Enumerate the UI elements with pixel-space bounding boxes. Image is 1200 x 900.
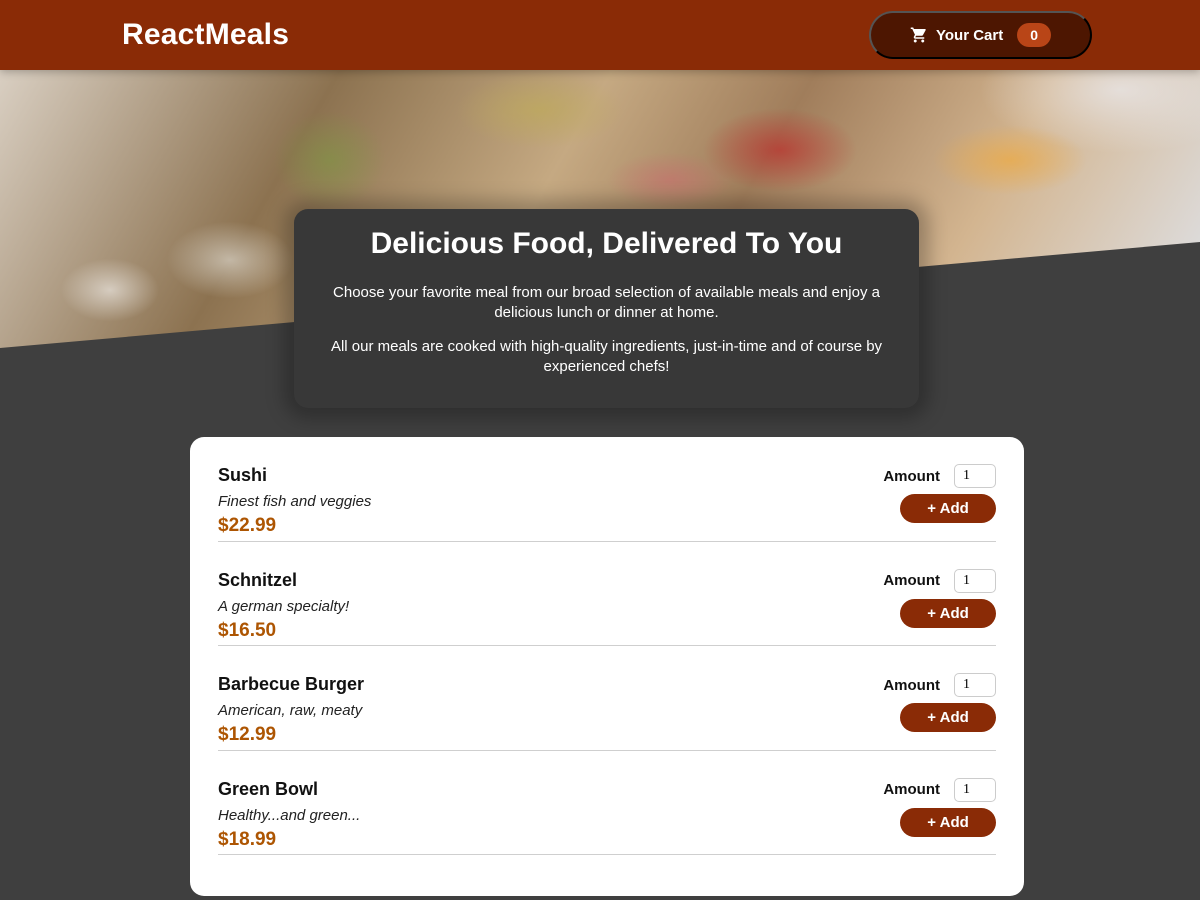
amount-input[interactable]	[954, 777, 996, 802]
cart-count-badge: 0	[1017, 23, 1052, 47]
add-to-cart-button[interactable]: + Add	[900, 494, 996, 523]
meal-description: Finest fish and veggies	[218, 493, 372, 510]
amount-label: Amount	[883, 781, 940, 798]
cart-label: Your Cart	[935, 26, 1004, 44]
add-to-cart-button[interactable]: + Add	[900, 703, 996, 732]
available-meals-list: Sushi Finest fish and veggies $22.99 Amo…	[190, 437, 1024, 896]
meals-summary: Delicious Food, Delivered To You Choose …	[294, 209, 919, 408]
app-header: ReactMeals Your Cart 0	[0, 0, 1200, 70]
add-to-cart-button[interactable]: + Add	[900, 598, 996, 628]
amount-row: Amount	[883, 568, 996, 593]
meal-description: American, raw, meaty	[218, 702, 363, 719]
meal-name: Green Bowl	[218, 778, 319, 799]
amount-input[interactable]	[954, 673, 996, 697]
meal-item: Schnitzel A german specialty! $16.50 Amo…	[218, 542, 996, 646]
meal-price: $18.99	[218, 828, 277, 850]
meal-item: Green Bowl Healthy...and green... $18.99…	[218, 751, 996, 855]
meal-name: Sushi	[218, 465, 268, 485]
summary-paragraph-2: All our meals are cooked with high-quali…	[330, 338, 883, 375]
meal-item: Barbecue Burger American, raw, meaty $12…	[218, 646, 996, 751]
meal-description: A german specialty!	[218, 597, 350, 615]
summary-title: Delicious Food, Delivered To You	[370, 227, 843, 260]
amount-row: Amount	[883, 777, 996, 802]
meal-description: Healthy...and green...	[218, 806, 361, 824]
meal-add-form: Amount + Add	[883, 777, 996, 837]
meal-add-form: Amount + Add	[883, 673, 996, 732]
meal-price: $12.99	[218, 724, 277, 745]
amount-label: Amount	[883, 467, 940, 485]
summary-paragraph-1: Choose your favorite meal from our broad…	[333, 284, 880, 321]
meal-name: Schnitzel	[218, 569, 298, 590]
app-logo: ReactMeals	[122, 18, 290, 51]
amount-row: Amount	[883, 464, 996, 488]
meal-name: Barbecue Burger	[218, 674, 365, 694]
amount-input[interactable]	[954, 568, 996, 593]
amount-label: Amount	[883, 676, 940, 694]
add-to-cart-button[interactable]: + Add	[900, 807, 996, 837]
meal-price: $22.99	[218, 515, 277, 536]
cart-icon	[910, 26, 928, 44]
meal-price: $16.50	[218, 619, 277, 641]
cart-button[interactable]: Your Cart 0	[869, 11, 1092, 59]
amount-row: Amount	[883, 673, 996, 697]
meal-add-form: Amount + Add	[883, 464, 996, 523]
meal-add-form: Amount + Add	[883, 568, 996, 628]
amount-input[interactable]	[954, 464, 996, 488]
amount-label: Amount	[883, 572, 940, 589]
meal-item: Sushi Finest fish and veggies $22.99 Amo…	[218, 437, 996, 542]
